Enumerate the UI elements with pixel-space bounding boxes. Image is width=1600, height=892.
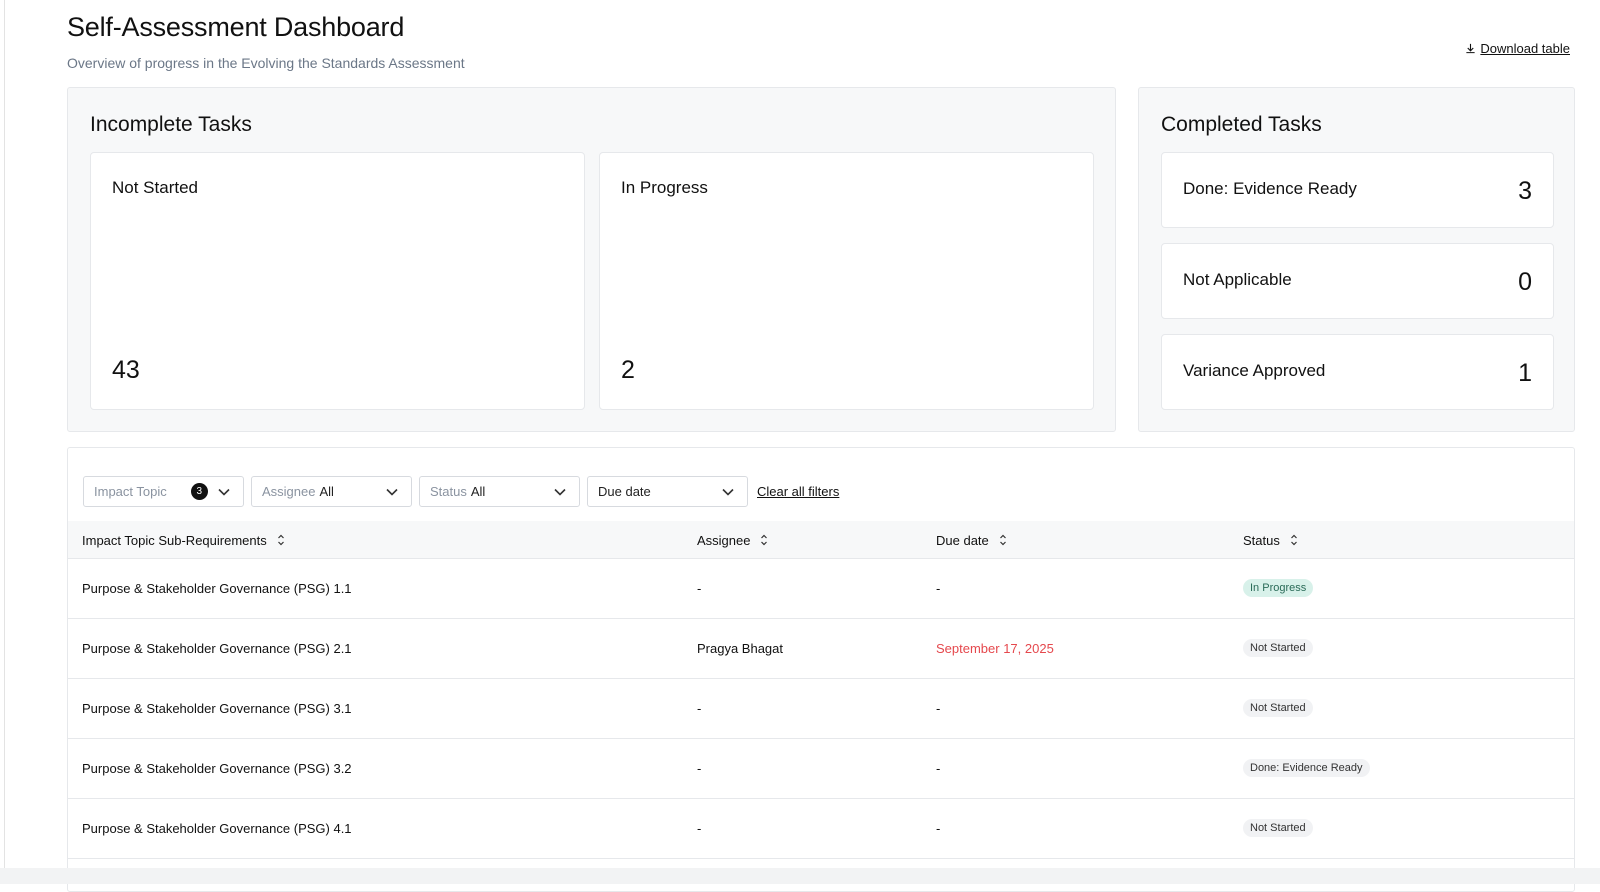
sort-icon — [277, 534, 284, 546]
due-date-cell: - — [936, 701, 941, 716]
due-date-cell: - — [936, 821, 941, 836]
completed-tasks-panel: Completed Tasks Done: Evidence Ready 3 N… — [1138, 87, 1575, 432]
card-value: 3 — [1518, 177, 1532, 205]
incomplete-tasks-title: Incomplete Tasks — [90, 113, 252, 136]
status-filter[interactable]: Status All — [419, 476, 580, 507]
assignee-cell: Pragya Bhagat — [697, 641, 784, 656]
download-label: Download table — [1480, 41, 1570, 56]
assignee-cell: - — [697, 701, 702, 716]
requirement-cell: Purpose & Stakeholder Governance (PSG) 3… — [82, 701, 352, 716]
column-label: Status — [1243, 532, 1280, 548]
left-divider — [4, 0, 5, 884]
card-value: 2 — [621, 356, 635, 384]
sort-icon — [1290, 534, 1297, 546]
due-date-filter[interactable]: Due date — [587, 476, 748, 507]
status-badge: Not Started — [1243, 819, 1313, 837]
not-applicable-card: Not Applicable 0 — [1161, 243, 1554, 319]
completed-tasks-title: Completed Tasks — [1161, 113, 1322, 136]
table-row[interactable]: Purpose & Stakeholder Governance (PSG) 1… — [68, 559, 1574, 619]
assignee-cell: - — [697, 581, 702, 596]
column-label: Assignee — [697, 532, 751, 548]
not-started-card: Not Started 43 — [90, 152, 585, 410]
card-value: 1 — [1518, 359, 1532, 387]
done-evidence-ready-card: Done: Evidence Ready 3 — [1161, 152, 1554, 228]
column-label: Impact Topic Sub-Requirements — [82, 532, 267, 548]
chevron-down-icon — [554, 488, 566, 496]
requirement-cell: Purpose & Stakeholder Governance (PSG) 4… — [82, 821, 352, 836]
filter-value: All — [470, 484, 486, 499]
due-date-cell: - — [936, 761, 941, 776]
card-label: Not Started — [112, 178, 198, 197]
download-table-link[interactable]: Download table — [1465, 41, 1570, 56]
card-label: Done: Evidence Ready — [1183, 179, 1357, 198]
incomplete-tasks-panel: Incomplete Tasks Not Started 43 In Progr… — [67, 87, 1116, 432]
status-badge: Not Started — [1243, 699, 1313, 717]
page-title: Self-Assessment Dashboard — [67, 12, 405, 42]
status-badge: Not Started — [1243, 639, 1313, 657]
card-label: Not Applicable — [1183, 270, 1292, 289]
clear-all-filters-link[interactable]: Clear all filters — [757, 484, 839, 499]
table-row[interactable]: Purpose & Stakeholder Governance (PSG) 3… — [68, 739, 1574, 799]
due-date-cell: September 17, 2025 — [936, 641, 1054, 656]
assignee-cell: - — [697, 761, 702, 776]
in-progress-card: In Progress 2 — [599, 152, 1094, 410]
sort-icon — [761, 534, 768, 546]
column-label: Due date — [936, 532, 989, 548]
page-subtitle: Overview of progress in the Evolving the… — [67, 55, 465, 71]
card-value: 43 — [112, 356, 140, 384]
filter-count-badge: 3 — [190, 483, 208, 500]
assignee-filter[interactable]: Assignee All — [251, 476, 412, 507]
card-label: Variance Approved — [1183, 361, 1326, 380]
requirement-cell: Purpose & Stakeholder Governance (PSG) 3… — [82, 761, 352, 776]
bottom-bar — [0, 868, 1600, 884]
assignee-cell: - — [697, 821, 702, 836]
chevron-down-icon — [386, 488, 398, 496]
column-header-requirement[interactable]: Impact Topic Sub-Requirements — [82, 532, 285, 548]
column-header-assignee[interactable]: Assignee — [697, 532, 768, 548]
requirements-table-panel: Impact Topic 3 Assignee All Status All D… — [67, 447, 1575, 892]
table-row[interactable]: Purpose & Stakeholder Governance (PSG) 3… — [68, 679, 1574, 739]
table-row[interactable]: Purpose & Stakeholder Governance (PSG) 4… — [68, 799, 1574, 859]
table-row[interactable]: Purpose & Stakeholder Governance (PSG) 2… — [68, 619, 1574, 679]
filter-label: Status — [430, 484, 467, 499]
table-header: Impact Topic Sub-Requirements Assignee D… — [68, 521, 1574, 559]
card-value: 0 — [1518, 268, 1532, 296]
filter-label: Assignee — [262, 484, 316, 499]
requirement-cell: Purpose & Stakeholder Governance (PSG) 1… — [82, 581, 352, 596]
filter-value: All — [319, 484, 334, 499]
filter-bar: Impact Topic 3 Assignee All Status All D… — [83, 476, 839, 507]
requirement-cell: Purpose & Stakeholder Governance (PSG) 2… — [82, 641, 352, 656]
impact-topic-filter[interactable]: Impact Topic 3 — [83, 476, 244, 507]
due-date-cell: - — [936, 581, 941, 596]
page: Self-Assessment Dashboard Overview of pr… — [0, 0, 1600, 892]
column-header-due-date[interactable]: Due date — [936, 532, 1007, 548]
chevron-down-icon — [218, 488, 230, 496]
chevron-down-icon — [722, 488, 734, 496]
column-header-status[interactable]: Status — [1243, 532, 1298, 548]
variance-approved-card: Variance Approved 1 — [1161, 334, 1554, 410]
filter-label: Due date — [598, 484, 651, 499]
status-badge: In Progress — [1243, 579, 1314, 597]
sort-icon — [999, 534, 1006, 546]
download-icon — [1466, 43, 1475, 54]
status-badge: Done: Evidence Ready — [1243, 759, 1370, 777]
card-label: In Progress — [621, 178, 708, 197]
filter-label: Impact Topic — [94, 484, 167, 499]
